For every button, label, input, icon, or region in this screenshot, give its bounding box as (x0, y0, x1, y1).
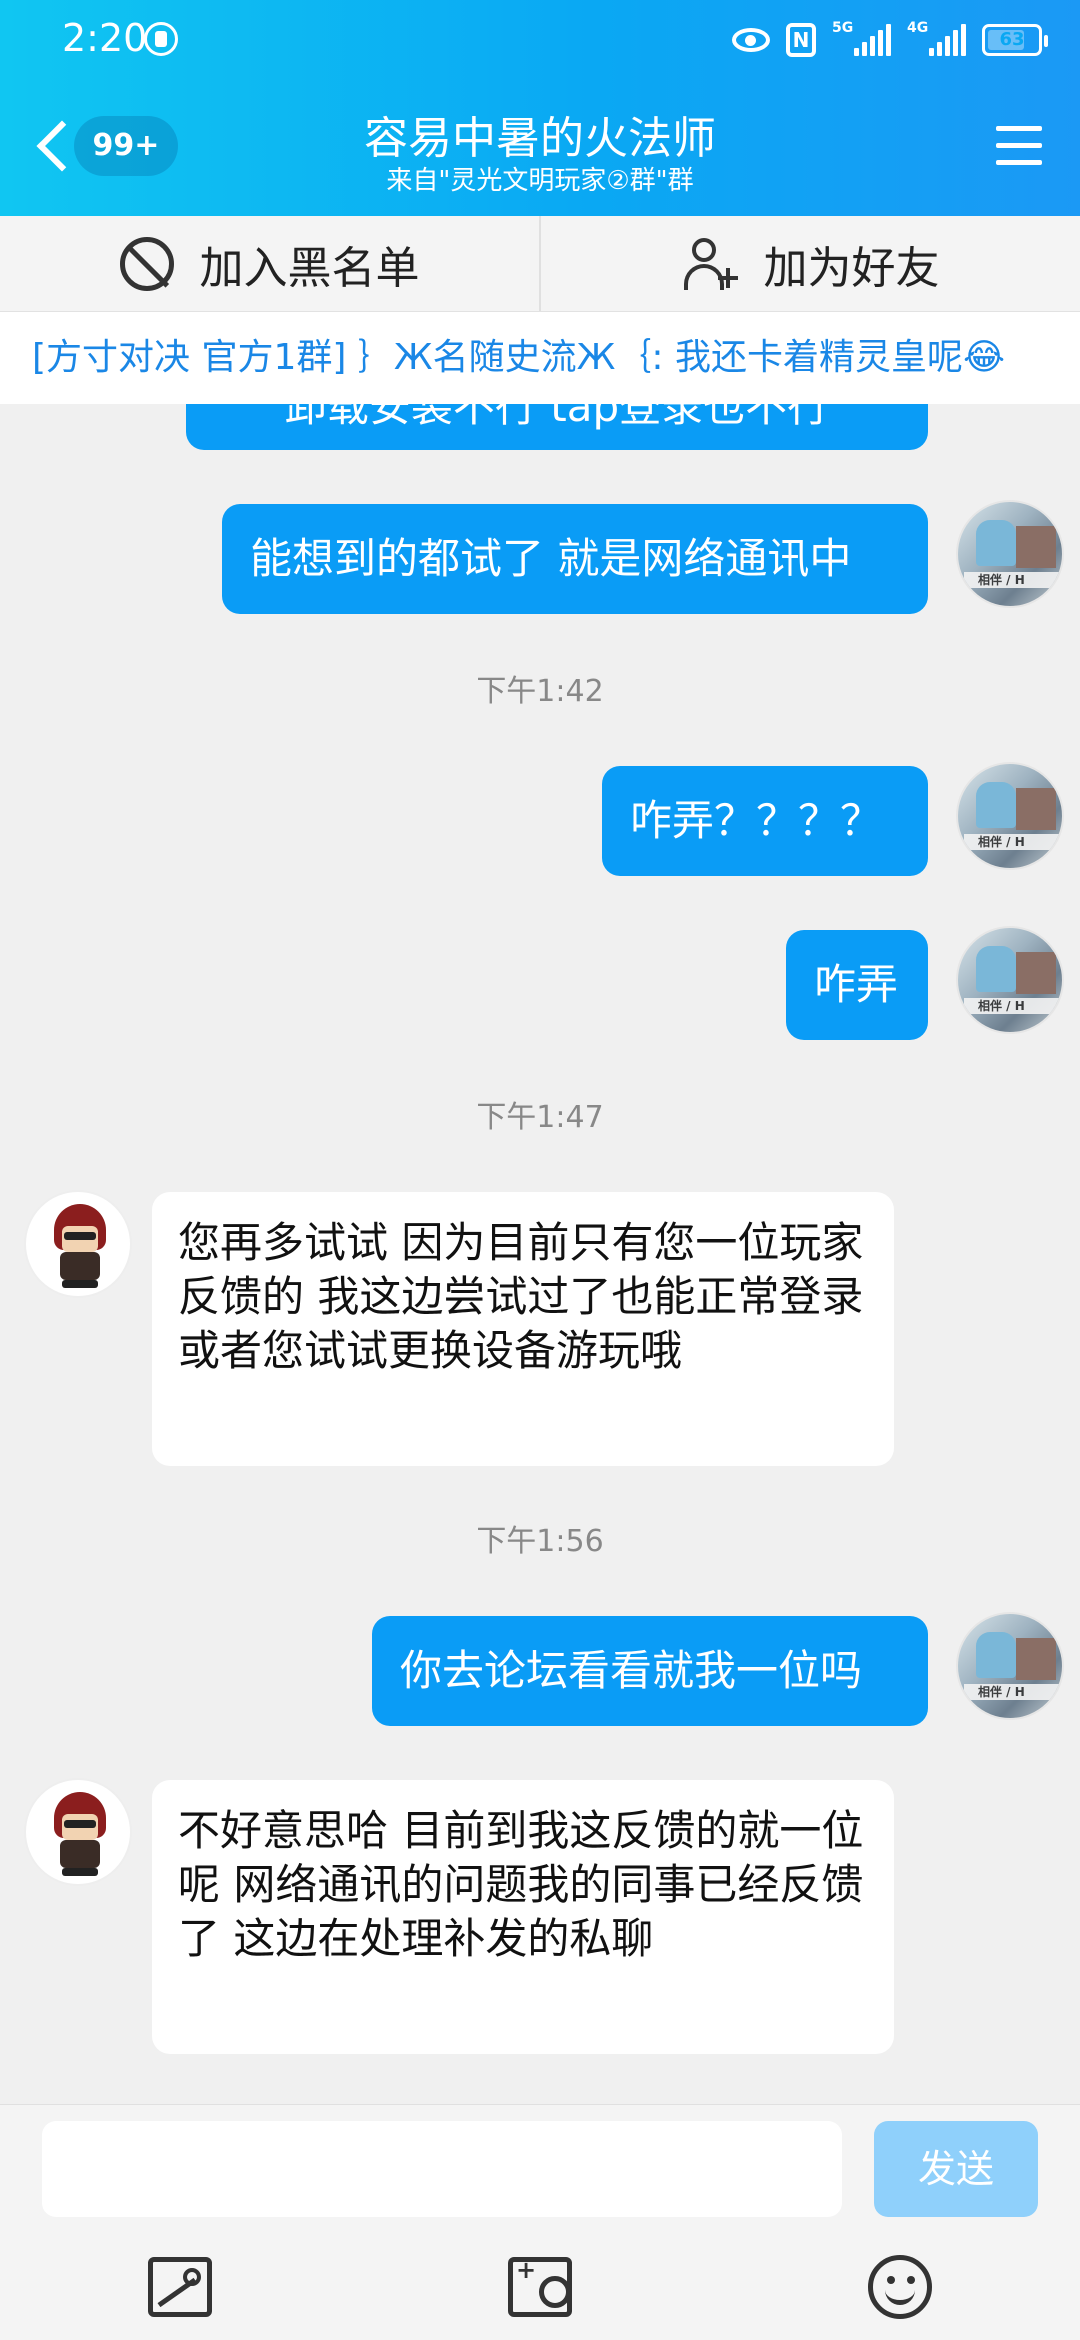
eye-comfort-icon (732, 28, 770, 52)
my-avatar[interactable] (956, 762, 1064, 870)
message-bubble-outgoing[interactable]: 能想到的都试了 就是网络通讯中 (222, 504, 928, 614)
message-bubble-outgoing[interactable]: 咋弄 (786, 930, 928, 1040)
timestamp: 下午1:42 (476, 674, 604, 709)
emoji-icon[interactable] (868, 2255, 932, 2319)
message-bubble-outgoing[interactable]: 卸载安装不行 tap登录也不行 (186, 404, 928, 450)
chat-title: 容易中暑的火法师 (364, 113, 716, 164)
my-avatar[interactable] (956, 926, 1064, 1034)
message-bubble-outgoing[interactable]: 你去论坛看看就我一位吗 (372, 1616, 928, 1726)
blacklist-label: 加入黑名单 (199, 242, 420, 294)
my-avatar[interactable] (956, 500, 1064, 608)
message-bubble-incoming[interactable]: 您再多试试 因为目前只有您一位玩家反馈的 我这边尝试过了也能正常登录 或者您试试… (152, 1192, 894, 1466)
status-bar: 2:20 N 5G 4G 63 (0, 0, 1080, 82)
message-list[interactable]: 卸载安装不行 tap登录也不行 能想到的都试了 就是网络通讯中 下午1:42 咋… (0, 404, 1080, 2104)
timestamp: 下午1:56 (476, 1524, 604, 1559)
add-friend-label: 加为好友 (763, 242, 940, 294)
battery-level: 63 (999, 29, 1025, 50)
image-icon[interactable] (148, 2257, 212, 2317)
gesture-icon (144, 22, 178, 56)
block-icon (119, 236, 174, 291)
menu-icon[interactable] (996, 126, 1042, 166)
signal-4g-icon: 4G (907, 20, 966, 56)
chat-subtitle: 来自"灵光文明玩家②群"群 (386, 166, 694, 196)
battery-icon: 63 (982, 24, 1048, 56)
camera-icon[interactable] (508, 2256, 572, 2317)
add-user-icon (682, 236, 738, 292)
my-avatar[interactable] (956, 1612, 1064, 1720)
status-icons: N 5G 4G 63 (732, 20, 1048, 60)
status-time: 2:20 (62, 16, 148, 60)
chat-header: 2:20 N 5G 4G 63 99+ 容易中暑的火法师 来自"灵光文明玩家②群… (0, 0, 1080, 216)
input-bar: 发送 (0, 2104, 1080, 2340)
blacklist-button[interactable]: 加入黑名单 (0, 216, 539, 311)
message-bubble-outgoing[interactable]: 咋弄？？？？ (602, 766, 928, 876)
contact-avatar[interactable] (24, 1190, 132, 1298)
contact-avatar[interactable] (24, 1778, 132, 1886)
action-bar: 加入黑名单 加为好友 (0, 216, 1080, 312)
message-bubble-incoming[interactable]: 不好意思哈 目前到我这反馈的就一位呢 网络通讯的问题我的同事已经反馈了 这边在处… (152, 1780, 894, 2054)
add-friend-button[interactable]: 加为好友 (539, 216, 1080, 311)
timestamp: 下午1:47 (476, 1100, 604, 1135)
signal-5g-icon: 5G (832, 20, 891, 56)
send-button[interactable]: 发送 (874, 2121, 1038, 2217)
nfc-icon: N (786, 23, 816, 57)
message-input[interactable] (42, 2121, 842, 2217)
pinned-group-message[interactable]: [方寸对决 官方1群] ｝Ж名随史流Ж｛: 我还卡着精灵皇呢😂 (0, 312, 1080, 404)
